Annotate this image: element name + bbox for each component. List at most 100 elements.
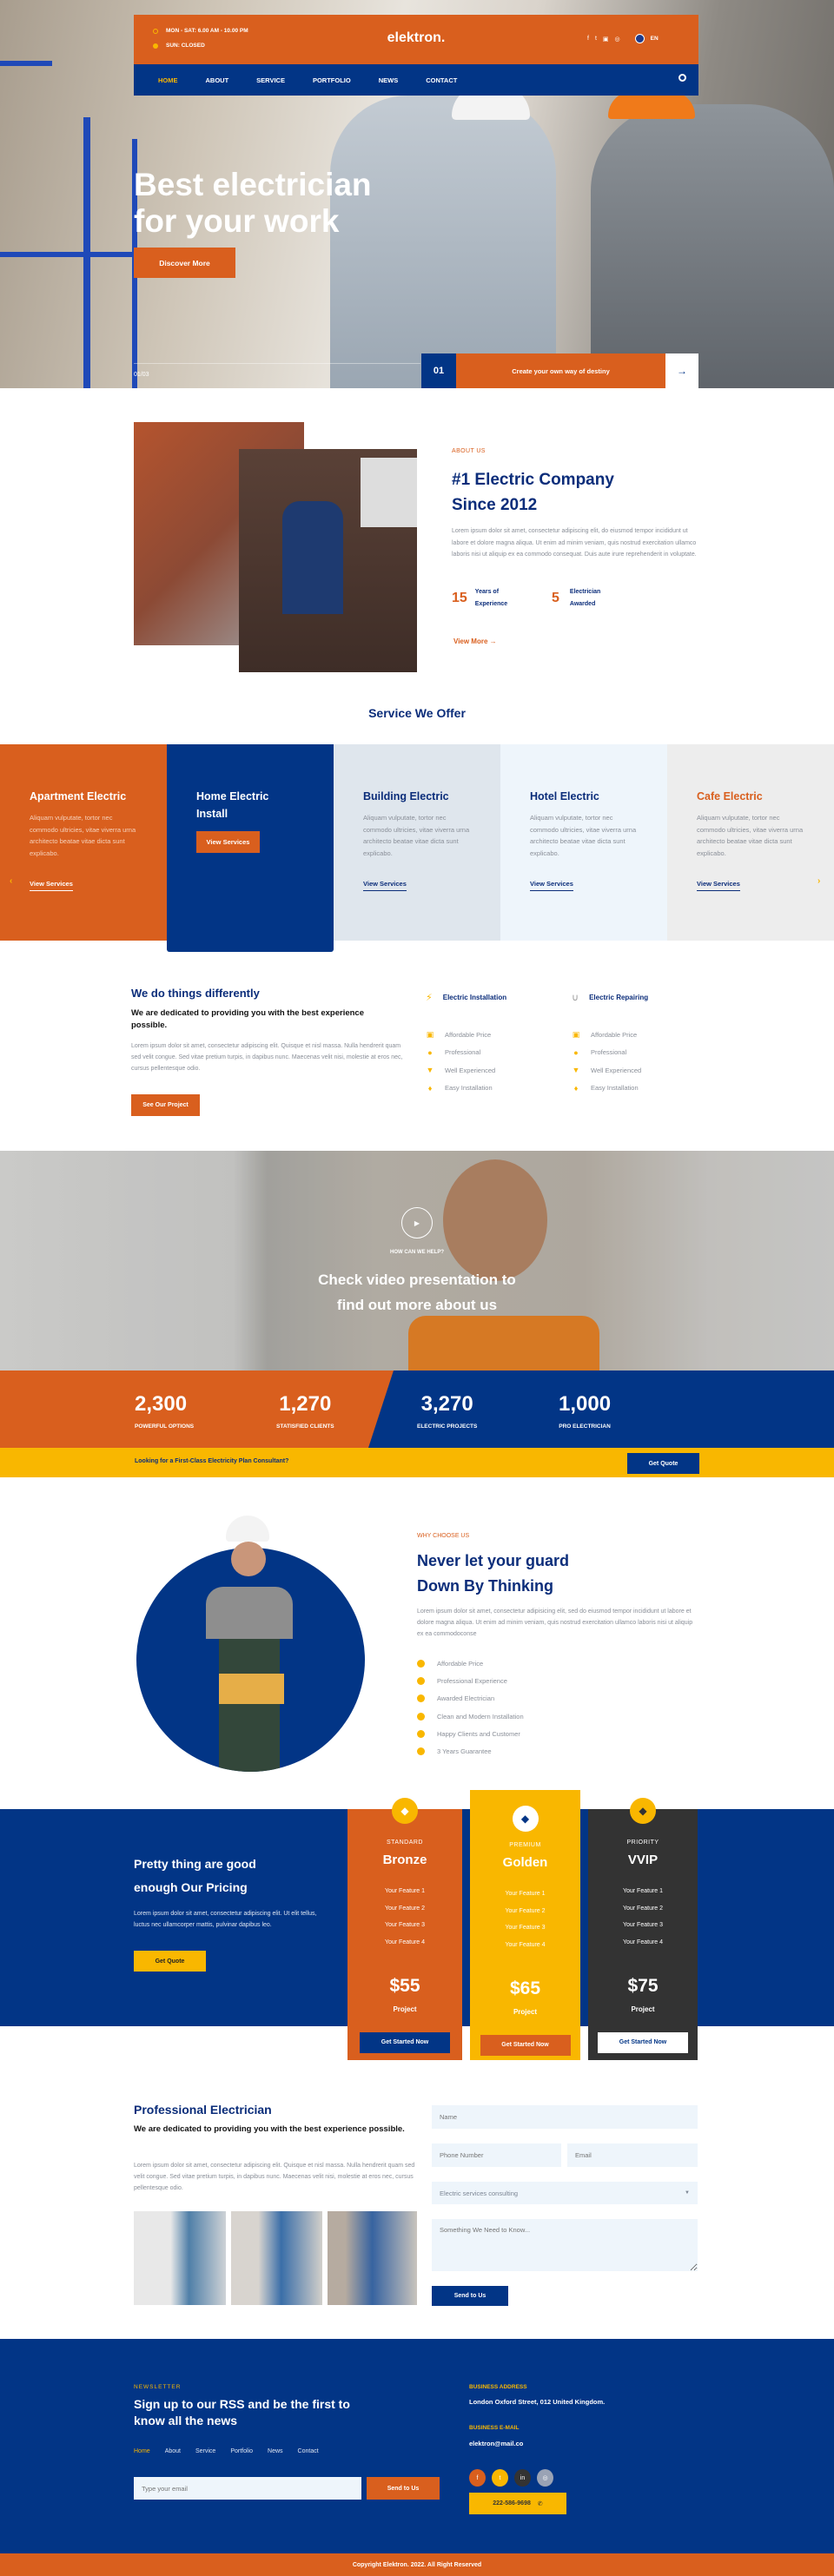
service-card-cafe: Cafe Electric Aliquam vulputate, tortor … [667,744,834,941]
newsletter-send-button[interactable]: Send to Us [367,2477,440,2500]
different-title: We do things differently [131,987,260,1000]
view-services-link[interactable]: View Services [363,880,407,891]
hero-title-line2: for your work [134,203,340,239]
slide-counter: 01/03 [134,372,149,378]
chevron-right-icon[interactable]: › [817,876,820,886]
instagram-icon[interactable]: ◎ [615,36,620,43]
business-email[interactable]: elektron@mail.co [469,2440,523,2447]
chevron-left-icon[interactable]: ‹ [10,876,12,886]
email-input[interactable] [567,2143,698,2167]
hero-title: Best electrician [134,167,372,202]
cta-bar: Looking for a First-Class Electricity Pl… [0,1448,834,1477]
facebook-icon[interactable]: f [587,36,589,42]
discover-more-button[interactable]: Discover More [134,248,235,278]
check-icon [417,1659,425,1668]
newsletter-title: Sign up to our RSS and be the first to [134,2397,350,2411]
cta-text: Looking for a First-Class Electricity Pl… [135,1458,289,1464]
nav-home[interactable]: HOME [158,76,178,84]
gallery-image [134,2211,226,2305]
diamond-icon: ▼ [426,1066,434,1075]
language-selector[interactable]: EN [651,36,659,42]
video-section: ▶ HOW CAN WE HELP? Check video presentat… [0,1151,834,1371]
why-title: Never let your guard [417,1552,570,1569]
twitter-icon[interactable]: t [492,2469,508,2487]
counter-item: 1,000 PRO ELECTRICIAN [559,1392,612,1430]
message-textarea[interactable] [432,2219,698,2271]
facebook-icon[interactable]: f [469,2469,486,2487]
nav-news[interactable]: NEWS [379,76,399,84]
search-icon[interactable] [678,74,686,82]
footer-nav-news[interactable]: News [268,2448,283,2454]
footer-nav-service[interactable]: Service [195,2448,215,2454]
name-input[interactable] [432,2105,698,2129]
footer-nav-portfolio[interactable]: Portfolio [230,2448,253,2454]
linkedin-icon[interactable]: in [514,2469,531,2487]
phone-input[interactable] [432,2143,561,2167]
pricing-card-bronze: ◆ STANDARD Bronze Your Feature 1 Your Fea… [348,1798,462,2060]
gallery-image [231,2211,322,2305]
footer-nav-contact[interactable]: Contact [298,2448,319,2454]
different-subtitle: We are dedicated to providing you with t… [131,1008,364,1030]
phone-button[interactable]: 222-586-9698 ✆ [469,2493,566,2514]
newsletter-eyebrow: NEWSLETTER [134,2384,182,2390]
why-list: Affordable Price Professional Experience… [417,1655,524,1760]
view-services-link[interactable]: View Services [530,880,573,891]
view-more-link[interactable]: View More → [453,637,497,645]
check-icon [417,1747,425,1756]
view-services-link[interactable]: View Services [30,880,73,891]
slide-caption: Create your own way of destiny [456,353,665,388]
instagram-icon[interactable]: ◎ [537,2469,553,2487]
service-title: Home Electric Install [196,790,269,820]
video-title: Check video presentation to [318,1271,516,1288]
get-started-button[interactable]: Get Started Now [598,2031,688,2053]
arrow-right-icon[interactable]: → [665,353,698,388]
badge-icon: ● [573,1047,579,1057]
service-text: Aliquam vulputate, tortor nec commodo ul… [363,814,470,857]
contact-subtitle: We are dedicated to providing you with t… [134,2124,405,2134]
linkedin-icon[interactable]: ▣ [603,36,609,43]
play-icon: ▶ [414,1219,420,1227]
see-our-project-button[interactable]: See Our Project [131,1094,200,1116]
nav-portfolio[interactable]: PORTFOLIO [313,76,351,84]
counter-item: 3,270 ELECTRIC PROJECTS [417,1392,478,1430]
get-quote-button[interactable]: Get Quote [627,1453,699,1474]
service-card-building: Building Electric Aliquam vulputate, tor… [334,744,500,941]
pricing-title-line2: enough Our Pricing [134,1880,248,1894]
service-select[interactable]: Electric services consulting ▼ [432,2182,698,2204]
footer-nav-home[interactable]: Home [134,2448,150,2454]
nav-service[interactable]: SERVICE [256,76,285,84]
video-title-line2: find out more about us [336,1297,498,1313]
nav-contact[interactable]: CONTACT [426,76,457,84]
service-title: Cafe Electric [697,790,763,803]
view-services-link[interactable]: View Services [697,880,740,891]
slide-number: 01 [421,353,456,388]
about-title-line2: Since 2012 [452,496,538,514]
newsletter-title-line2: know all the news [134,2414,238,2427]
different-text: Lorem ipsum dolor sit amet, consectetur … [131,1043,403,1072]
pricing-text: Lorem ipsum dolor sit amet, consectetur … [134,1911,317,1928]
arrow-right-icon: → [489,637,497,645]
lightning-icon: ⚡ [426,992,433,1003]
twitter-icon[interactable]: t [595,36,597,42]
top-bar: MON - SAT: 6.00 AM - 10.00 PM SUN: CLOSE… [134,15,698,64]
services-title: Service We Offer [368,706,466,720]
gallery-image [328,2211,417,2305]
pricing-card-golden: ◆ PREMIUM Golden Your Feature 1 Your Feat… [470,1790,580,2060]
get-quote-button[interactable]: Get Quote [134,1951,206,1972]
send-button[interactable]: Send to Us [432,2286,508,2306]
stat-awarded: 5 Electrician Awarded [552,589,601,607]
nav-about[interactable]: ABOUT [206,76,229,84]
diamond-icon: ◆ [512,1806,539,1832]
pricing-title: Pretty thing are good [134,1857,256,1871]
electrician-photo [330,96,556,388]
service-card-hotel: Hotel Electric Aliquam vulputate, tortor… [500,744,667,941]
uk-flag-icon[interactable] [634,34,645,43]
get-started-button[interactable]: Get Started Now [360,2031,450,2053]
get-started-button[interactable]: Get Started Now [480,2034,571,2056]
play-button[interactable]: ▶ [401,1207,433,1238]
newsletter-email-input[interactable] [134,2477,361,2500]
email-label: BUSINESS E-MAIL [469,2425,520,2431]
view-services-button[interactable]: View Services [196,831,260,853]
thumbs-up-icon: ♦ [573,1083,579,1093]
footer-nav-about[interactable]: About [165,2448,181,2454]
